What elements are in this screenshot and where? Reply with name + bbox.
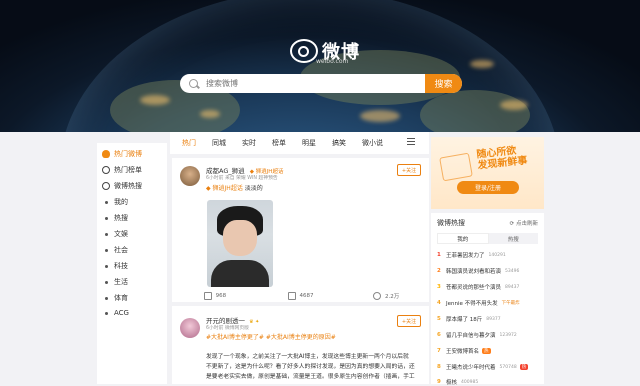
like-icon	[373, 292, 382, 300]
clock-icon	[102, 166, 110, 174]
left-nav: 热门微博 热门榜单 微博热搜 我的 热搜 文娱 社会 科技 生活 体育 ACG	[97, 143, 167, 384]
nav-acg[interactable]: ACG	[102, 309, 129, 317]
nav-hot-list[interactable]: 热门榜单	[102, 165, 142, 175]
search-input[interactable]	[204, 78, 428, 89]
follow-button[interactable]: +关注	[397, 315, 421, 327]
logo-subtext: weibo.com	[316, 58, 349, 65]
hot-item[interactable]: 7 王安微博首名热	[437, 347, 541, 355]
comment-icon	[287, 292, 296, 300]
nav-entertainment[interactable]: 文娱	[102, 229, 128, 239]
share-icon	[203, 292, 212, 300]
hot-item[interactable]: 2 韩国演员说刘看和若演 53496	[437, 267, 541, 275]
like-button[interactable]: 2.2万	[343, 292, 429, 300]
login-promo: 随心所欲 发现新鲜事 登录/注册	[431, 137, 544, 209]
feed: 热门 同城 实时 榜单 明星 搞笑 微小说 成都AG_狮逍 ◆ 狮逍JH超话 6…	[170, 132, 429, 384]
tab-rankings[interactable]: 榜单	[272, 138, 286, 148]
post-actions: 968 4687 2.2万	[172, 292, 429, 300]
post-meta: 6小时前 微博网页版	[206, 326, 249, 331]
search-icon	[189, 79, 198, 88]
tab-hot[interactable]: 热门	[182, 138, 196, 148]
post-text-line: 不更新了，这是为什么呢？看了好多人的探讨发现，是因为真的想要入局的话，还	[206, 364, 415, 370]
promo-title: 随心所欲 发现新鲜事	[475, 145, 529, 172]
tab-micro-novel[interactable]: 微小说	[362, 138, 383, 148]
tab-funny[interactable]: 搞笑	[332, 138, 346, 148]
nav-mine[interactable]: 我的	[102, 197, 128, 207]
hot-search-panel: 微博热搜 ⟳ 点击刷新 我的 热搜 1 王菲暑因发力了 140291 2 韩国演员说刘…	[431, 213, 544, 386]
post-hashtags[interactable]: #大批AI博主停更了# #大批AI博主停更的原因#	[206, 332, 336, 341]
tab-local[interactable]: 同城	[212, 138, 226, 148]
menu-icon[interactable]	[407, 138, 415, 147]
nav-hot-search[interactable]: 微博热搜	[102, 181, 142, 191]
topic-link[interactable]: ◆ 狮逍JH超话	[206, 185, 243, 192]
hot-search-title: 微博热搜	[437, 219, 465, 227]
post-card: 开元的剧透一 ♛ ✦ 6小时前 微博网页版 +关注 #大批AI博主停更了# #大…	[172, 306, 429, 384]
hot-item[interactable]: 6 留几乎自信与暮夕演 123972	[437, 331, 541, 339]
fire-icon	[102, 150, 110, 158]
login-register-button[interactable]: 登录/注册	[457, 181, 519, 194]
tab-mine[interactable]: 我的	[437, 233, 489, 244]
weibo-eye-icon	[290, 39, 318, 63]
post-photo[interactable]	[207, 200, 273, 287]
nav-hotsearch[interactable]: 热搜	[102, 213, 128, 223]
header-banner: 微博 weibo.com 搜索	[0, 0, 640, 132]
comment-button[interactable]: 4687	[258, 292, 344, 300]
share-button[interactable]: 968	[172, 292, 258, 300]
hot-item[interactable]: 1 王菲暑因发力了 140291	[437, 251, 541, 259]
weibo-logo[interactable]: 微博 weibo.com	[290, 38, 360, 65]
hot-item[interactable]: 9 极核 400985	[437, 378, 541, 386]
search-button[interactable]: 搜索	[425, 74, 462, 93]
tab-hotsearch[interactable]: 热搜	[489, 233, 539, 244]
avatar[interactable]	[180, 318, 200, 338]
promo-illustration	[439, 152, 473, 182]
hot-item[interactable]: 3 苍都灵说的那些个演员 89437	[437, 283, 541, 291]
feed-tabs: 热门 同城 实时 榜单 明星 搞笑 微小说	[170, 132, 429, 154]
nav-sports[interactable]: 体育	[102, 293, 128, 303]
post-meta: 6小时前 来自 荣耀 WIN 超神预告	[206, 176, 278, 181]
hot-item[interactable]: 5 厚本爆了 18斤 89377	[437, 315, 541, 323]
trend-icon	[102, 182, 110, 190]
nav-tech[interactable]: 科技	[102, 261, 128, 271]
search-bar: 搜索	[180, 74, 462, 93]
refresh-button[interactable]: ⟳ 点击刷新	[510, 219, 538, 227]
hot-item[interactable]: 8 王曦杰说少年时代着 570748 热	[437, 363, 541, 371]
nav-life[interactable]: 生活	[102, 277, 128, 287]
nav-society[interactable]: 社会	[102, 245, 128, 255]
post-card: 成都AG_狮逍 ◆ 狮逍JH超话 6小时前 来自 荣耀 WIN 超神预告 +关注…	[172, 158, 429, 302]
hot-item[interactable]: 4 Jennie 不得不用头发 下午最炸	[437, 299, 541, 307]
post-text: ◆ 狮逍JH超话 淡淡的	[206, 185, 263, 192]
tab-realtime[interactable]: 实时	[242, 138, 256, 148]
post-text-line: 发现了一个现象，之前关注了一大批AI博主，发现这些博主更新一两个月以后就	[206, 354, 409, 360]
post-text-line: 是要老老实实去做，原创是基础，流量是王道。很多原生内容创作者（插画，手工	[206, 374, 415, 380]
nav-hot-weibo[interactable]: 热门微博	[102, 149, 142, 159]
tab-stars[interactable]: 明星	[302, 138, 316, 148]
follow-button[interactable]: +关注	[397, 164, 421, 176]
hot-tabs: 我的 热搜	[437, 233, 538, 244]
avatar[interactable]	[180, 166, 200, 186]
